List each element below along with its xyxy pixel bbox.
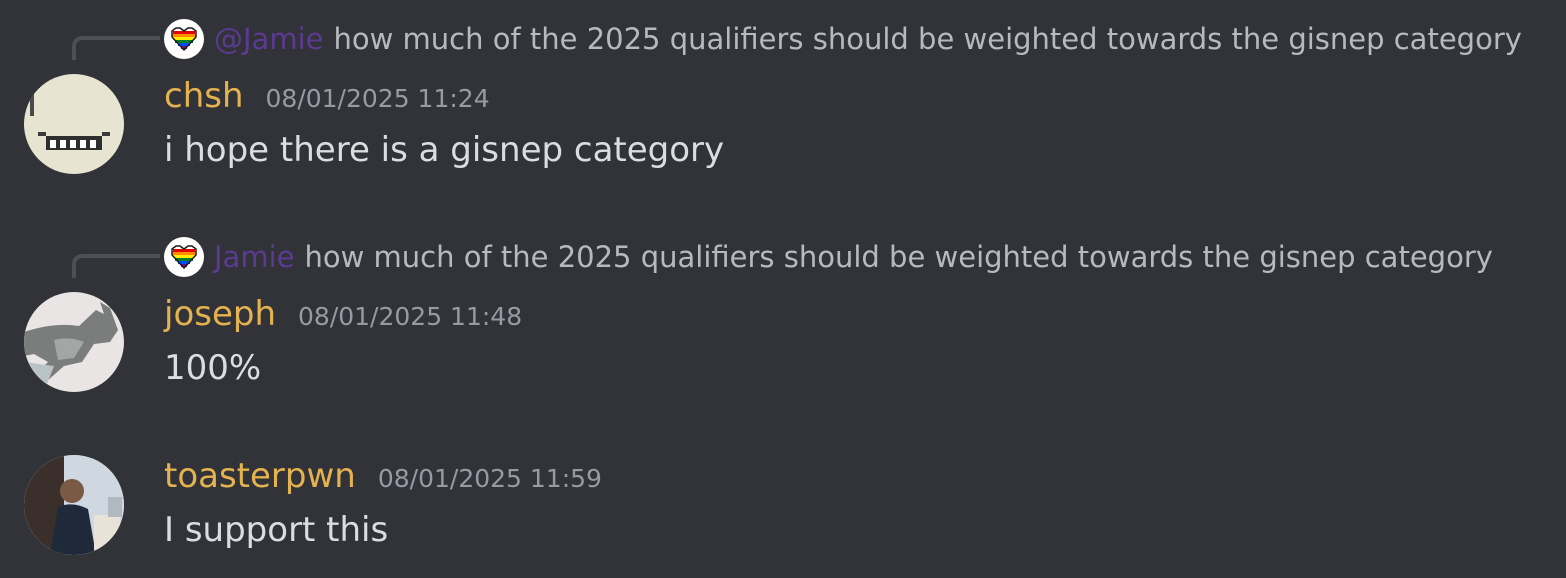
reply-connector: [72, 36, 160, 60]
reply-preview[interactable]: @Jamie how much of the 2025 qualifiers s…: [164, 19, 1522, 59]
reply-text: how much of the 2025 qualifiers should b…: [304, 240, 1493, 274]
wolf-avatar[interactable]: [24, 292, 124, 392]
timestamp: 08/01/2025 11:59: [377, 464, 602, 493]
message-header: joseph 08/01/2025 11:48: [164, 294, 522, 334]
message-content: i hope there is a gisnep category: [164, 130, 725, 170]
username[interactable]: joseph: [164, 294, 276, 334]
username[interactable]: toasterpwn: [164, 456, 356, 496]
person-photo-avatar[interactable]: [24, 455, 124, 555]
reply-preview[interactable]: Jamie how much of the 2025 qualifiers sh…: [164, 237, 1493, 277]
rainbow-heart-icon: [164, 237, 204, 277]
reply-connector: [72, 254, 160, 278]
message-header: toasterpwn 08/01/2025 11:59: [164, 456, 602, 496]
username[interactable]: chsh: [164, 76, 244, 116]
message-header: chsh 08/01/2025 11:24: [164, 76, 490, 116]
timestamp: 08/01/2025 11:24: [265, 84, 490, 113]
timestamp: 08/01/2025 11:48: [298, 302, 523, 331]
reply-text: how much of the 2025 qualifiers should b…: [333, 22, 1522, 56]
chat-message-list: @Jamie how much of the 2025 qualifiers s…: [0, 0, 1566, 578]
message-content: 100%: [164, 348, 262, 388]
smile-avatar[interactable]: [24, 74, 124, 174]
rainbow-heart-icon: [164, 19, 204, 59]
reply-author[interactable]: Jamie: [214, 240, 294, 274]
reply-author-mention[interactable]: @Jamie: [214, 22, 323, 56]
message-content: I support this: [164, 510, 389, 550]
